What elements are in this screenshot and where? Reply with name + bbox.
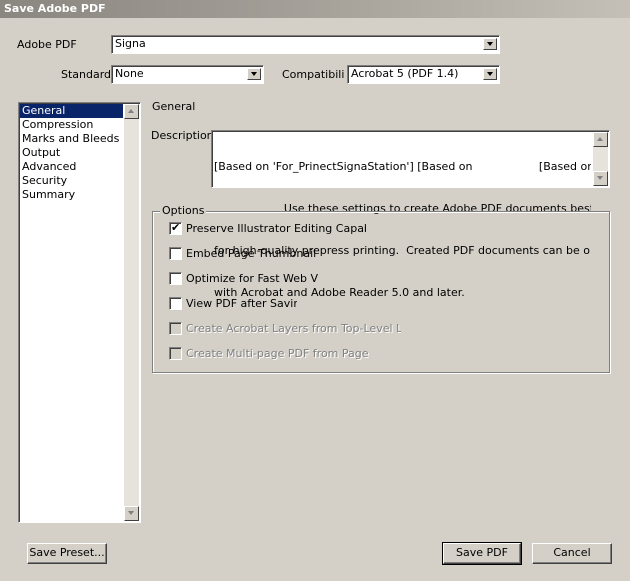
option-embed-page-thumbnail[interactable]: Embed Page Thumbnail [169, 246, 369, 262]
sidebar-item-marks-and-bleeds[interactable]: Marks and Bleeds [20, 132, 123, 146]
sidebar-item-compression[interactable]: Compression [20, 118, 123, 132]
compatibility-dropdown[interactable]: Acrobat 5 (PDF 1.4) [347, 65, 500, 84]
compatibility-value: Acrobat 5 (PDF 1.4) [351, 67, 459, 80]
scroll-down-icon[interactable] [124, 506, 139, 521]
compatibility-label: Compatibilit [282, 68, 344, 81]
category-list[interactable]: General Compression Marks and Bleeds Out… [18, 102, 141, 523]
sidebar-item-security[interactable]: Security [20, 174, 123, 188]
checkbox[interactable] [169, 272, 182, 285]
chevron-down-icon[interactable] [483, 68, 497, 80]
panel-title: General [152, 100, 196, 113]
adobe-pdf-preset-dropdown[interactable]: Signa [111, 35, 500, 54]
checkbox[interactable]: ✔ [169, 221, 182, 235]
option-view-pdf-after-saving[interactable]: View PDF after Savir [169, 296, 299, 312]
option-label: Embed Page Thumbnail [186, 247, 317, 260]
option-create-multipage-pdf: Create Multi-page PDF from Page T [169, 346, 369, 362]
category-list-items: General Compression Marks and Bleeds Out… [20, 104, 123, 202]
adobe-pdf-preset-value: Signa [115, 37, 146, 50]
sidebar-item-advanced[interactable]: Advanced [20, 160, 123, 174]
standard-dropdown[interactable]: None [111, 65, 264, 84]
option-label: Create Acrobat Layers from Top-Level La [186, 322, 401, 335]
chevron-down-icon[interactable] [483, 38, 497, 50]
scroll-down-icon[interactable] [593, 171, 608, 186]
checkbox [169, 322, 182, 335]
checkbox[interactable] [169, 247, 182, 260]
save-pdf-button[interactable]: Save PDF [442, 542, 522, 565]
sidebar-item-output[interactable]: Output [20, 146, 123, 160]
standard-label: Standard [61, 68, 112, 81]
sidebar-item-summary[interactable]: Summary [20, 188, 123, 202]
chevron-down-icon[interactable] [247, 68, 261, 80]
sidebar-item-general[interactable]: General [20, 104, 123, 118]
options-group-title: Options [160, 204, 207, 218]
option-preserve-illustrator-editing[interactable]: ✔ Preserve Illustrator Editing Capabil [169, 221, 369, 237]
option-label: View PDF after Savir [186, 297, 297, 310]
scroll-up-icon[interactable] [124, 104, 139, 119]
description-line: [Based on 'For_PrinectSignaStation'] [Ba… [214, 160, 591, 173]
save-preset-button[interactable]: Save Preset... [27, 543, 107, 564]
option-label: Optimize for Fast Web Vi [186, 272, 318, 285]
checkbox [169, 347, 182, 360]
option-optimize-fast-web-view[interactable]: Optimize for Fast Web Vi [169, 271, 319, 287]
description-scrollbar[interactable] [593, 132, 608, 186]
option-label: Create Multi-page PDF from Page T [186, 347, 369, 360]
standard-value: None [115, 67, 144, 80]
scroll-up-icon[interactable] [593, 132, 608, 147]
option-label: Preserve Illustrator Editing Capabil [186, 222, 366, 235]
description-textarea[interactable]: [Based on 'For_PrinectSignaStation'] [Ba… [211, 130, 610, 299]
cancel-button[interactable]: Cancel [532, 543, 612, 564]
category-list-scrollbar[interactable] [124, 104, 139, 521]
description-label: Description [151, 129, 214, 142]
option-create-acrobat-layers: Create Acrobat Layers from Top-Level La [169, 321, 404, 337]
checkmark-icon: ✔ [171, 221, 181, 234]
adobe-pdf-label: Adobe PDF [17, 38, 77, 51]
checkbox[interactable] [169, 297, 182, 310]
window-title: Save Adobe PDF [0, 0, 630, 18]
